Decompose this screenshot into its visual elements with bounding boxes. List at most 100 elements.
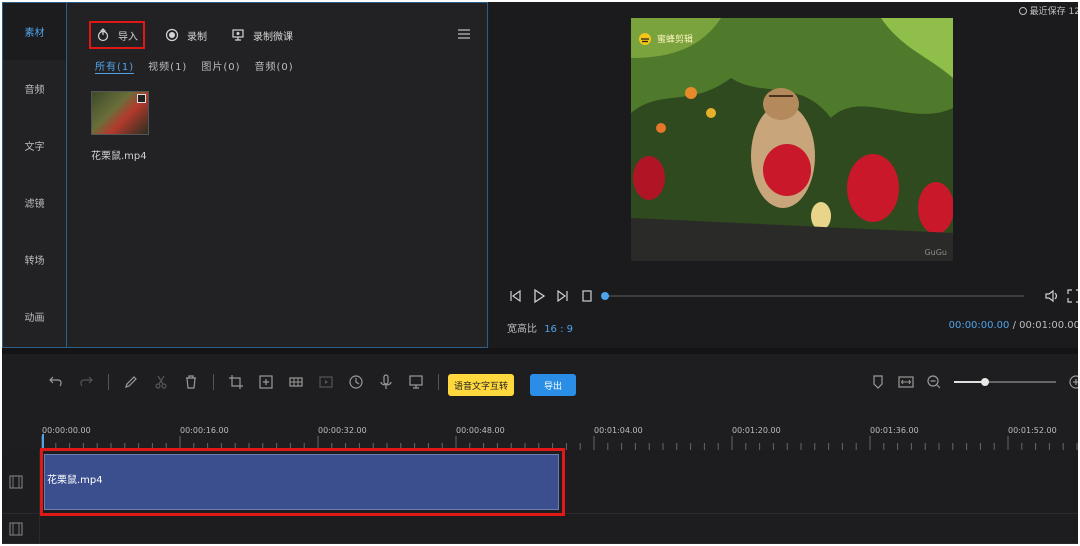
save-status-text: 最近保存 12 [1029, 7, 1078, 17]
media-library: 导入 录制 录制微课 所有(1) 视频(1) 图片(0) 音频(0) 花栗鼠.m… [67, 3, 487, 347]
secondary-track-header [2, 514, 40, 543]
delete-icon[interactable] [183, 374, 199, 390]
microphone-icon[interactable] [378, 374, 394, 390]
record-label: 录制 [187, 31, 207, 43]
toolbar-divider [213, 374, 214, 390]
current-time: 00:00:00.00 [948, 320, 1010, 331]
tab-media[interactable]: 素材 [3, 3, 66, 60]
prev-frame-icon[interactable] [507, 288, 523, 304]
refresh-icon [1018, 6, 1027, 15]
playback-controls [507, 286, 1078, 306]
video-editor-window: 素材 音频 文字 滤镜 转场 动画 导入 录制 录制微课 所有(1) 视频(1)… [2, 2, 1078, 544]
marker-icon[interactable] [870, 374, 886, 390]
resize-icon[interactable] [258, 374, 274, 390]
media-thumbnail[interactable] [91, 91, 149, 135]
filter-image[interactable]: 图片(0) [201, 58, 240, 74]
tab-audio[interactable]: 音频 [3, 60, 66, 117]
filter-video[interactable]: 视频(1) [148, 58, 187, 74]
ruler-tick-label: 00:00:32.00 [318, 426, 367, 435]
timeline-ruler[interactable]: 00:00:00.00 00:00:16.00 00:00:32.00 00:00:4… [2, 414, 1078, 450]
aspect-ratio-label: 宽高比 [507, 324, 537, 335]
record-button[interactable]: 录制 [159, 21, 213, 49]
progress-knob[interactable] [601, 292, 609, 300]
video-logo-text: 蜜蜂剪辑 [657, 34, 694, 45]
ruler-tick-label: 00:00:00.00 [42, 426, 91, 435]
redo-icon[interactable] [78, 374, 94, 390]
speech-text-convert-button[interactable]: 语音文字互转 [448, 374, 515, 396]
ruler-tick-label: 00:00:48.00 [456, 426, 505, 435]
zoom-slider[interactable] [954, 374, 1056, 390]
preview-panel: 最近保存 12 蜜蜂剪辑 GuGu 宽高比 16: 9 00:00:00.00… [489, 2, 1078, 348]
pencil-icon[interactable] [123, 374, 139, 390]
list-menu-icon[interactable] [457, 27, 471, 41]
ruler-tick-label: 00:00:16.00 [180, 426, 229, 435]
crop-icon[interactable] [228, 374, 244, 390]
zoom-thumb[interactable] [980, 378, 989, 386]
video-track-header [2, 450, 40, 513]
import-label: 导入 [118, 31, 138, 43]
toolbar-divider [108, 374, 109, 390]
media-item[interactable]: 花栗鼠.mp4 [91, 91, 155, 162]
screen-record-label: 录制微课 [253, 31, 293, 43]
clip-name: 花栗鼠.mp4 [47, 475, 103, 486]
ruler-tick-label: 00:01:52.00 [1008, 426, 1057, 435]
tab-transitions[interactable]: 转场 [3, 231, 66, 288]
time-separator: / [1012, 320, 1016, 331]
video-preview[interactable]: 蜜蜂剪辑 GuGu [631, 18, 953, 261]
aspect-ratio: 宽高比 16 : 9 [507, 320, 573, 335]
freeze-frame-icon[interactable] [318, 374, 334, 390]
undo-icon[interactable] [48, 374, 64, 390]
screen-record-icon [232, 29, 244, 41]
bee-logo-icon [639, 33, 651, 45]
volume-icon[interactable] [1044, 288, 1060, 304]
media-toolbar: 导入 录制 录制微课 [89, 21, 311, 49]
filter-all[interactable]: 所有(1) [95, 58, 135, 74]
aspect-ratio-select[interactable]: 16 : 9 [544, 324, 573, 335]
video-logo: 蜜蜂剪辑 [637, 30, 693, 46]
playback-progress-bar[interactable] [601, 292, 1024, 300]
media-filter-tabs: 所有(1) 视频(1) 图片(0) 音频(0) [95, 58, 294, 74]
filter-audio[interactable]: 音频(0) [255, 58, 294, 74]
select-checkbox[interactable] [137, 94, 146, 103]
stop-icon[interactable] [579, 288, 595, 304]
video-watermark: GuGu [924, 248, 947, 257]
time-display: 00:00:00.00 / 00:01:00.00 [949, 320, 1078, 331]
scissors-icon[interactable] [153, 374, 169, 390]
video-clip[interactable]: 花栗鼠.mp4 [44, 454, 559, 510]
secondary-track [2, 514, 1078, 544]
total-time: 00:01:00.00 [1019, 320, 1078, 331]
film-icon [9, 474, 23, 489]
screen-record-button[interactable]: 录制微课 [225, 21, 299, 49]
video-frame [631, 18, 953, 261]
side-tab-bar: 素材 音频 文字 滤镜 转场 动画 [3, 3, 67, 347]
save-status: 最近保存 12 [1018, 4, 1078, 17]
tab-text[interactable]: 文字 [3, 117, 66, 174]
speed-clock-icon[interactable] [348, 374, 364, 390]
record-icon [165, 28, 179, 42]
import-button[interactable]: 导入 [89, 21, 145, 49]
mosaic-icon[interactable] [288, 374, 304, 390]
fit-timeline-icon[interactable] [898, 374, 914, 390]
tab-filters[interactable]: 滤镜 [3, 174, 66, 231]
film-icon [9, 521, 23, 536]
fullscreen-icon[interactable] [1066, 288, 1078, 304]
play-icon[interactable] [531, 288, 547, 304]
ruler-tick-label: 00:01:20.00 [732, 426, 781, 435]
video-track: 花栗鼠.mp4 [2, 448, 1078, 516]
next-frame-icon[interactable] [555, 288, 571, 304]
screen-capture-icon[interactable] [408, 374, 424, 390]
timeline-toolbar: 语音文字互转 导出 [2, 354, 1078, 414]
export-button[interactable]: 导出 [530, 374, 576, 396]
ruler-tick-label: 00:01:04.00 [594, 426, 643, 435]
media-item-name: 花栗鼠.mp4 [91, 151, 147, 162]
tab-animations[interactable]: 动画 [3, 288, 66, 345]
timeline-zoom-tools [870, 374, 1078, 390]
zoom-in-icon[interactable] [1068, 374, 1078, 390]
edit-tools [48, 374, 453, 390]
media-panel: 素材 音频 文字 滤镜 转场 动画 导入 录制 录制微课 所有(1) 视频(1)… [2, 2, 488, 348]
import-icon [97, 28, 109, 42]
timeline-tracks: 花栗鼠.mp4 [2, 448, 1078, 544]
zoom-out-icon[interactable] [926, 374, 942, 390]
ruler-tick-label: 00:01:36.00 [870, 426, 919, 435]
toolbar-divider [438, 374, 439, 390]
